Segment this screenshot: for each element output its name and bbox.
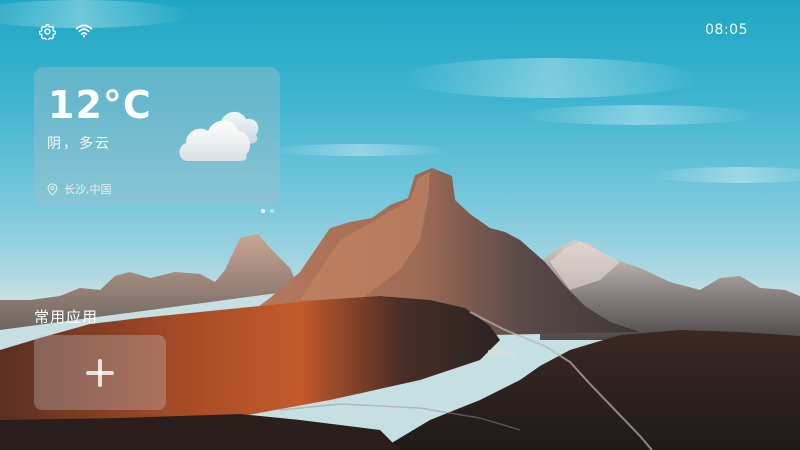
frequent-apps-title: 常用应用 xyxy=(34,308,99,326)
weather-condition: 阴，多云 xyxy=(47,136,111,152)
plus-icon xyxy=(86,358,114,387)
page-indicator xyxy=(261,209,274,213)
status-bar: 08:05 xyxy=(0,0,800,60)
weather-widget[interactable]: 12°C 阴，多云 长沙,中国 xyxy=(34,67,280,205)
page-dot-1[interactable] xyxy=(261,209,265,213)
status-clock: 08:05 xyxy=(705,22,748,38)
add-app-button[interactable] xyxy=(34,335,166,410)
home-screen: 08:05 12°C 阴，多云 长沙,中国 常用应用 xyxy=(0,0,800,450)
weather-location: 长沙,中国 xyxy=(47,181,112,197)
gear-icon xyxy=(38,23,56,40)
cloud-icon xyxy=(179,111,259,161)
location-pin-icon xyxy=(47,182,58,196)
settings-button[interactable] xyxy=(36,20,58,42)
wifi-icon xyxy=(75,24,93,38)
weather-temperature: 12°C xyxy=(48,83,152,127)
page-dot-2[interactable] xyxy=(270,209,274,213)
wifi-button[interactable] xyxy=(73,20,95,42)
weather-location-text: 长沙,中国 xyxy=(64,183,112,196)
